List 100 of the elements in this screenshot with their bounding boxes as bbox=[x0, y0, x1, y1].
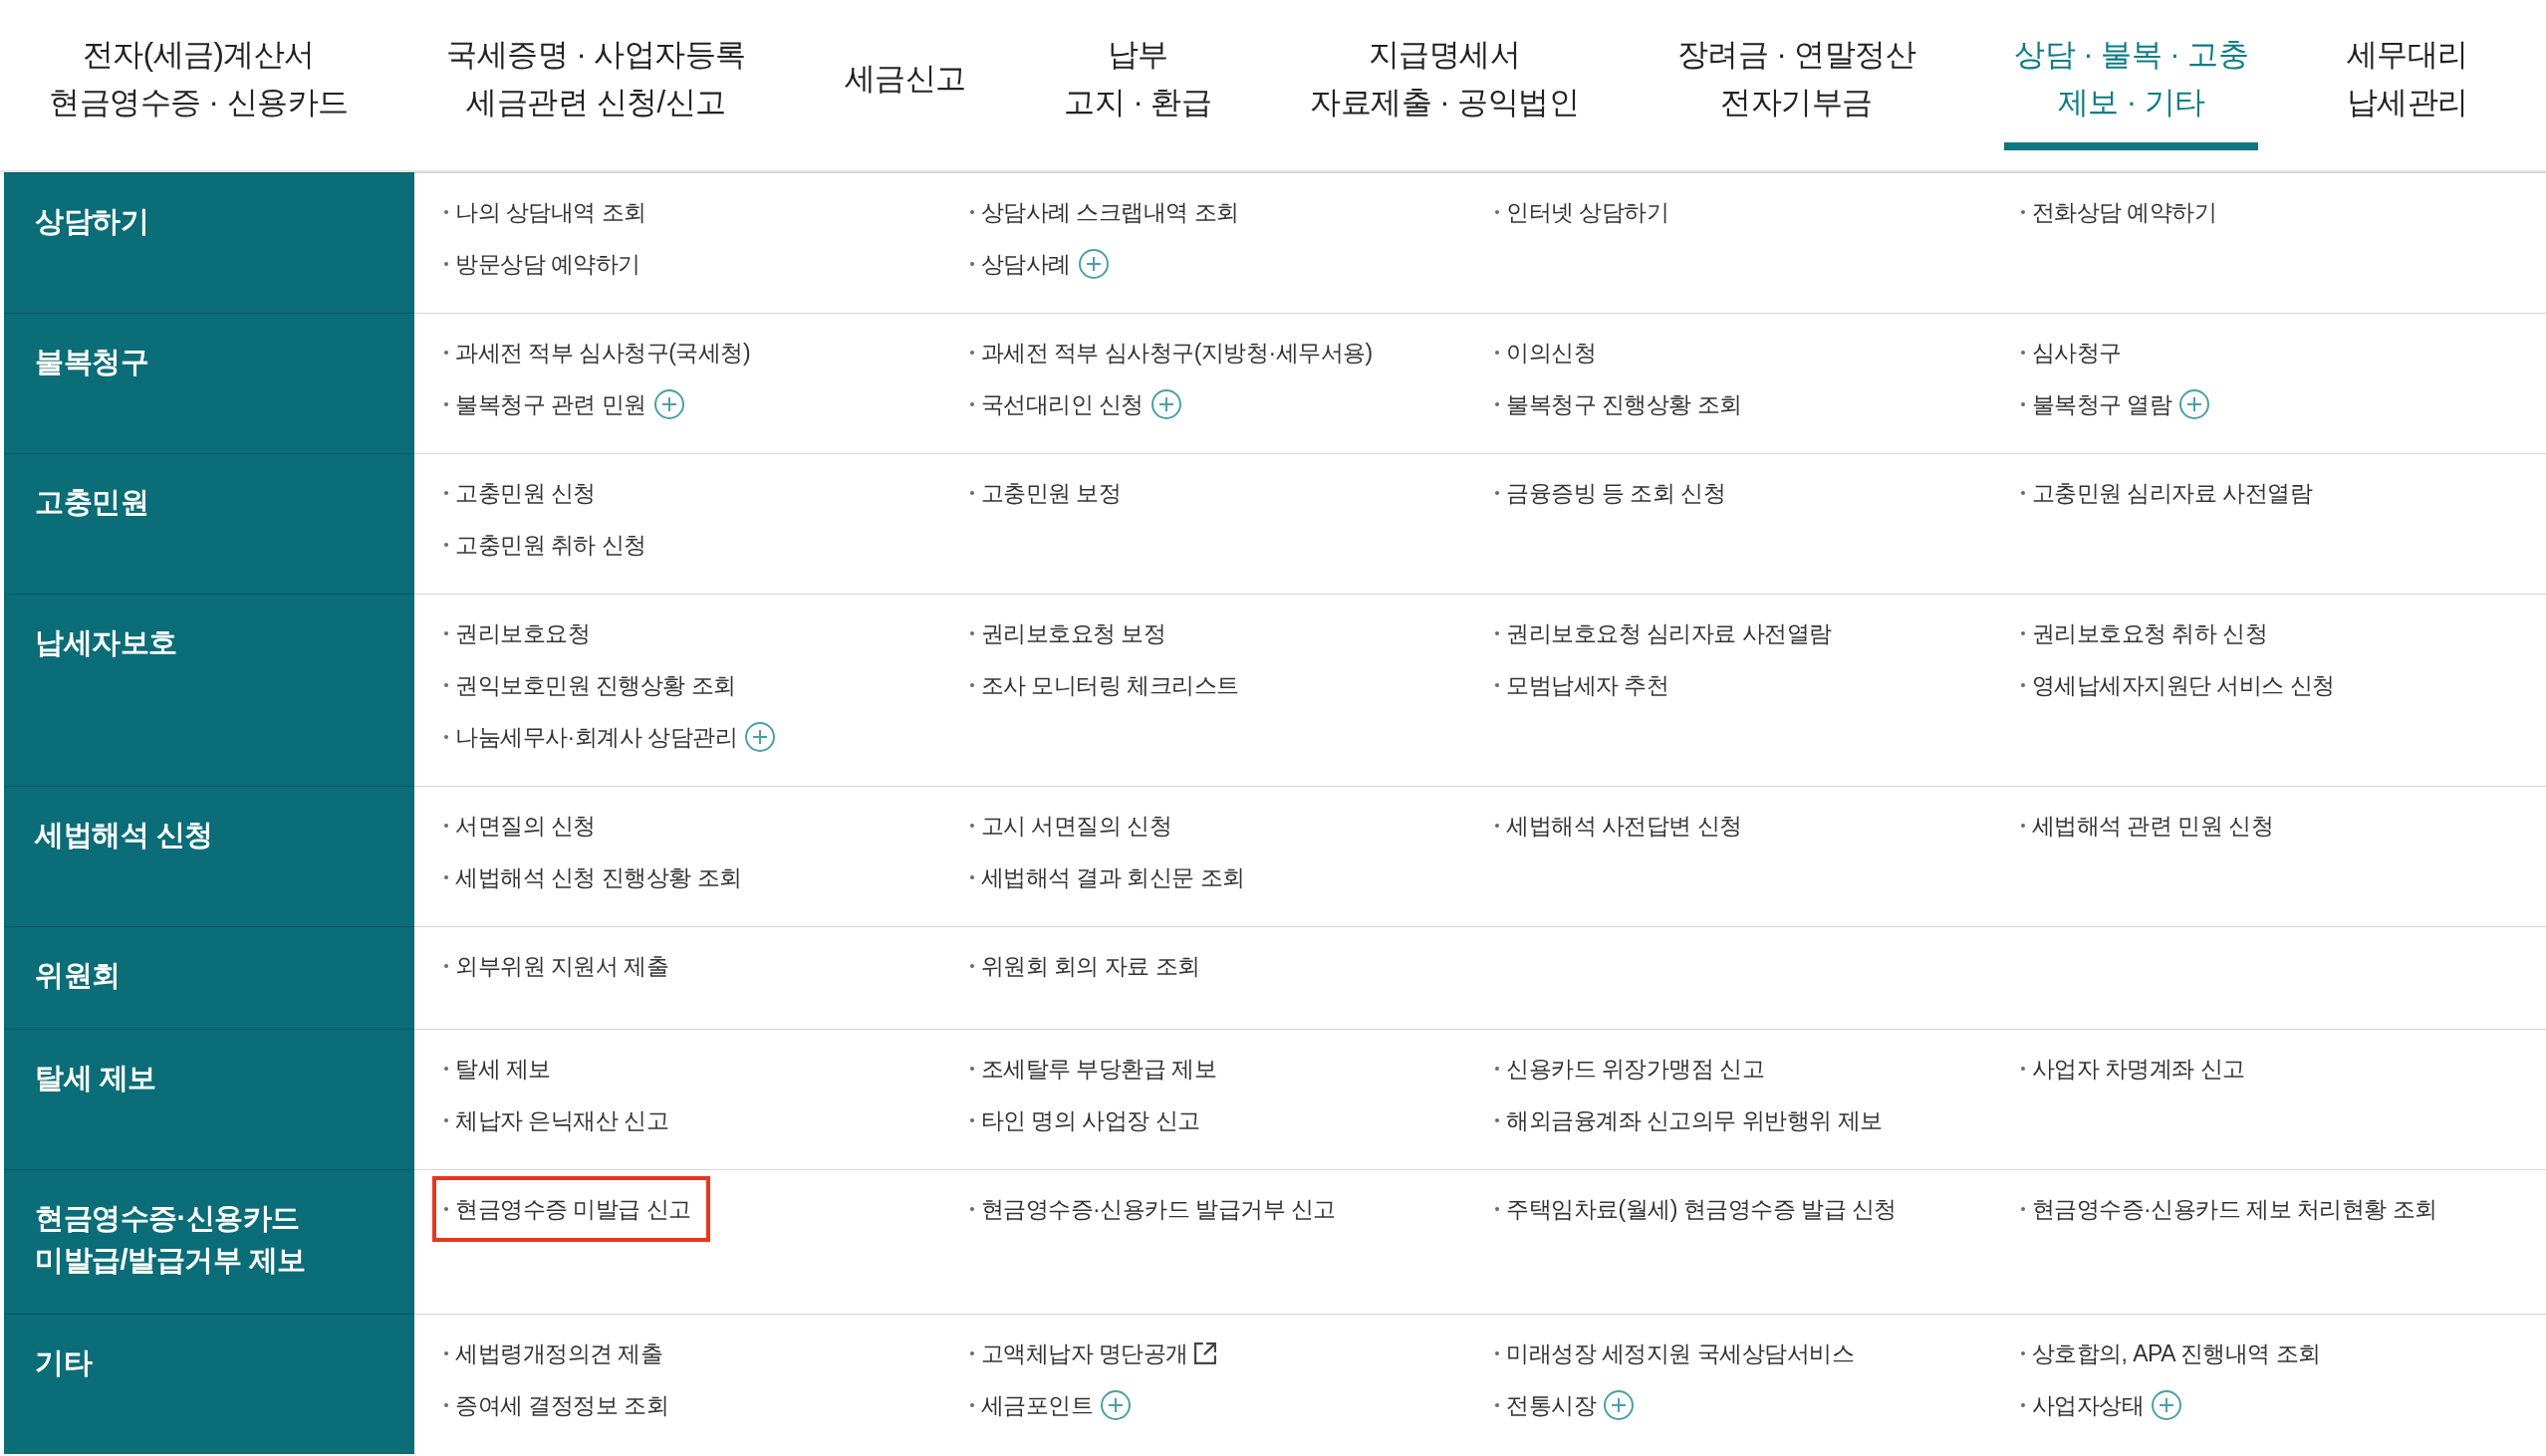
bullet-icon bbox=[444, 964, 448, 968]
bullet-icon bbox=[444, 402, 448, 406]
menu-link[interactable]: 국선대리인 신청 bbox=[969, 378, 1144, 430]
menu-link[interactable]: 고시 서면질의 신청 bbox=[969, 800, 1172, 851]
menu-link[interactable]: 고충민원 취하 신청 bbox=[444, 519, 646, 571]
menu-link[interactable]: 미래성장 세정지원 국세상담서비스 bbox=[1495, 1328, 1855, 1379]
nav-tab[interactable]: 국세증명 · 사업자등록 세금관련 신청/신고 bbox=[436, 0, 756, 150]
nav-tab[interactable]: 지급명세서 자료제출 · 공익법인 bbox=[1300, 0, 1590, 150]
menu-link[interactable]: 타인 명의 사업장 신고 bbox=[969, 1094, 1200, 1146]
bullet-icon bbox=[2020, 402, 2025, 406]
nav-tab[interactable]: 장려금 · 연말정산 전자기부금 bbox=[1666, 0, 1926, 150]
bullet-icon bbox=[969, 491, 974, 495]
menu-link[interactable]: 사업자 차명계좌 신고 bbox=[2020, 1043, 2245, 1094]
bullet-icon bbox=[444, 210, 448, 214]
menu-link[interactable]: 조사 모니터링 체크리스트 bbox=[969, 659, 1239, 711]
nav-tab[interactable]: 세금신고 bbox=[834, 0, 976, 150]
menu-link[interactable]: 고충민원 심리자료 사전열람 bbox=[2020, 467, 2313, 519]
bullet-icon bbox=[444, 1118, 448, 1122]
menu-link[interactable]: 세법령개정의견 제출 bbox=[444, 1328, 663, 1379]
menu-link[interactable]: 심사청구 bbox=[2020, 327, 2122, 378]
menu-link[interactable]: 금융증빙 등 조회 신청 bbox=[1495, 467, 1726, 519]
bullet-icon bbox=[2020, 210, 2025, 214]
plus-circle-icon[interactable] bbox=[1150, 389, 1181, 419]
bullet-icon bbox=[1495, 1118, 1499, 1122]
menu-link[interactable]: 현금영수증·신용카드 발급거부 신고 bbox=[969, 1183, 1336, 1235]
category-title: 탈세 제보 bbox=[35, 1061, 157, 1095]
plus-circle-icon[interactable] bbox=[2179, 389, 2210, 419]
menu-link[interactable]: 세법해석 사전답변 신청 bbox=[1495, 800, 1742, 851]
menu-link[interactable]: 사업자상태 bbox=[2020, 1379, 2144, 1431]
menu-link[interactable]: 상담사례 bbox=[969, 238, 1071, 290]
nav-tab[interactable]: 납부 고지 · 환급 bbox=[1054, 0, 1222, 150]
plus-circle-icon[interactable] bbox=[745, 722, 776, 752]
bullet-icon bbox=[969, 262, 974, 266]
menu-link[interactable]: 불복청구 진행상황 조회 bbox=[1495, 378, 1742, 430]
menu-link[interactable]: 신용카드 위장가맹점 신고 bbox=[1495, 1043, 1765, 1094]
bullet-icon bbox=[1495, 402, 1499, 406]
plus-circle-icon[interactable] bbox=[2152, 1390, 2181, 1420]
category-title: 현금영수증·신용카드 미발급/발급거부 제보 bbox=[35, 1201, 307, 1278]
bullet-icon bbox=[969, 1351, 974, 1355]
category-title: 납세자보호 bbox=[35, 625, 178, 660]
bullet-icon bbox=[1495, 1403, 1499, 1407]
menu-link[interactable]: 위원회 회의 자료 조회 bbox=[969, 940, 1200, 992]
menu-link[interactable]: 현금영수증 미발급 신고 bbox=[432, 1176, 710, 1242]
nav-tab[interactable]: 전자(세금)계산서 현금영수증 · 신용카드 bbox=[39, 0, 359, 150]
menu-link[interactable]: 권리보호요청 심리자료 사전열람 bbox=[1495, 607, 1832, 659]
menu-link[interactable]: 영세납세자지원단 서비스 신청 bbox=[2020, 659, 2335, 711]
menu-link[interactable]: 서면질의 신청 bbox=[444, 800, 596, 851]
bullet-icon bbox=[444, 735, 448, 739]
menu-link[interactable]: 고충민원 신청 bbox=[444, 467, 596, 519]
menu-link[interactable]: 주택임차료(월세) 현금영수증 발급 신청 bbox=[1495, 1183, 1897, 1235]
category-title: 고충민원 bbox=[35, 485, 149, 520]
external-link-icon bbox=[1193, 1342, 1216, 1364]
menu-link[interactable]: 상호합의, APA 진행내역 조회 bbox=[2020, 1328, 2321, 1379]
menu-link[interactable]: 나눔세무사·회계사 상담관리 bbox=[444, 711, 738, 763]
menu-link[interactable]: 과세전 적부 심사청구(국세청) bbox=[444, 327, 751, 378]
bullet-icon bbox=[1495, 1207, 1499, 1211]
menu-link[interactable]: 현금영수증·신용카드 제보 처리현황 조회 bbox=[2020, 1183, 2437, 1235]
nav-tab[interactable]: 상담 · 불복 · 고충 제보 · 기타 bbox=[2004, 0, 2259, 150]
menu-link[interactable]: 상담사례 스크랩내역 조회 bbox=[969, 186, 1239, 238]
menu-link[interactable]: 고충민원 보정 bbox=[969, 467, 1122, 519]
plus-circle-icon[interactable] bbox=[653, 389, 684, 419]
bullet-icon bbox=[1495, 491, 1499, 495]
menu-link[interactable]: 세금포인트 bbox=[969, 1379, 1093, 1431]
menu-link[interactable]: 나의 상담내역 조회 bbox=[444, 186, 646, 238]
menu-link[interactable]: 권리보호요청 bbox=[444, 607, 590, 659]
menu-link[interactable]: 고액체납자 명단공개 bbox=[969, 1328, 1216, 1379]
menu-link[interactable]: 체납자 은닉재산 신고 bbox=[444, 1094, 669, 1146]
menu-link[interactable]: 과세전 적부 심사청구(지방청·세무서용) bbox=[969, 327, 1373, 378]
menu-link[interactable]: 조세탈루 부당환급 제보 bbox=[969, 1043, 1217, 1094]
bullet-icon bbox=[969, 1207, 974, 1211]
bullet-icon bbox=[1495, 210, 1499, 214]
menu-link[interactable]: 세법해석 결과 회신문 조회 bbox=[969, 851, 1245, 903]
menu-link[interactable]: 전통시장 bbox=[1495, 1379, 1596, 1431]
menu-link[interactable]: 전화상담 예약하기 bbox=[2020, 186, 2217, 238]
menu-link[interactable]: 권리보호요청 취하 신청 bbox=[2020, 607, 2268, 659]
menu-link[interactable]: 권리보호요청 보정 bbox=[969, 607, 1166, 659]
nav-tab[interactable]: 세무대리 납세관리 bbox=[2336, 0, 2478, 150]
menu-link[interactable]: 권익보호민원 진행상황 조회 bbox=[444, 659, 736, 711]
menu-link[interactable]: 탈세 제보 bbox=[444, 1043, 551, 1094]
bullet-icon bbox=[1495, 1351, 1499, 1355]
menu-link[interactable]: 이의신청 bbox=[1495, 327, 1596, 378]
menu-link[interactable]: 모범납세자 추천 bbox=[1495, 659, 1669, 711]
category-title: 세법해석 신청 bbox=[35, 818, 214, 852]
plus-circle-icon[interactable] bbox=[1604, 1390, 1634, 1420]
menu-link[interactable]: 외부위원 지원서 제출 bbox=[444, 940, 669, 992]
menu-link[interactable]: 인터넷 상담하기 bbox=[1495, 186, 1669, 238]
menu-link[interactable]: 불복청구 관련 민원 bbox=[444, 378, 646, 430]
plus-circle-icon[interactable] bbox=[1078, 249, 1109, 279]
menu-link[interactable]: 세법해석 신청 진행상황 조회 bbox=[444, 851, 742, 903]
menu-link[interactable]: 방문상담 예약하기 bbox=[444, 238, 640, 290]
plus-circle-icon[interactable] bbox=[1101, 1390, 1131, 1420]
bullet-icon bbox=[444, 262, 448, 266]
menu-link[interactable]: 증여세 결정정보 조회 bbox=[444, 1379, 669, 1431]
menu-link[interactable]: 불복청구 열람 bbox=[2020, 378, 2172, 430]
bullet-icon bbox=[969, 351, 974, 355]
bullet-icon bbox=[444, 1067, 448, 1071]
menu-link[interactable]: 세법해석 관련 민원 신청 bbox=[2020, 800, 2274, 851]
bullet-icon bbox=[969, 824, 974, 828]
menu-link[interactable]: 해외금융계좌 신고의무 위반행위 제보 bbox=[1495, 1094, 1883, 1146]
bullet-icon bbox=[2020, 683, 2025, 687]
